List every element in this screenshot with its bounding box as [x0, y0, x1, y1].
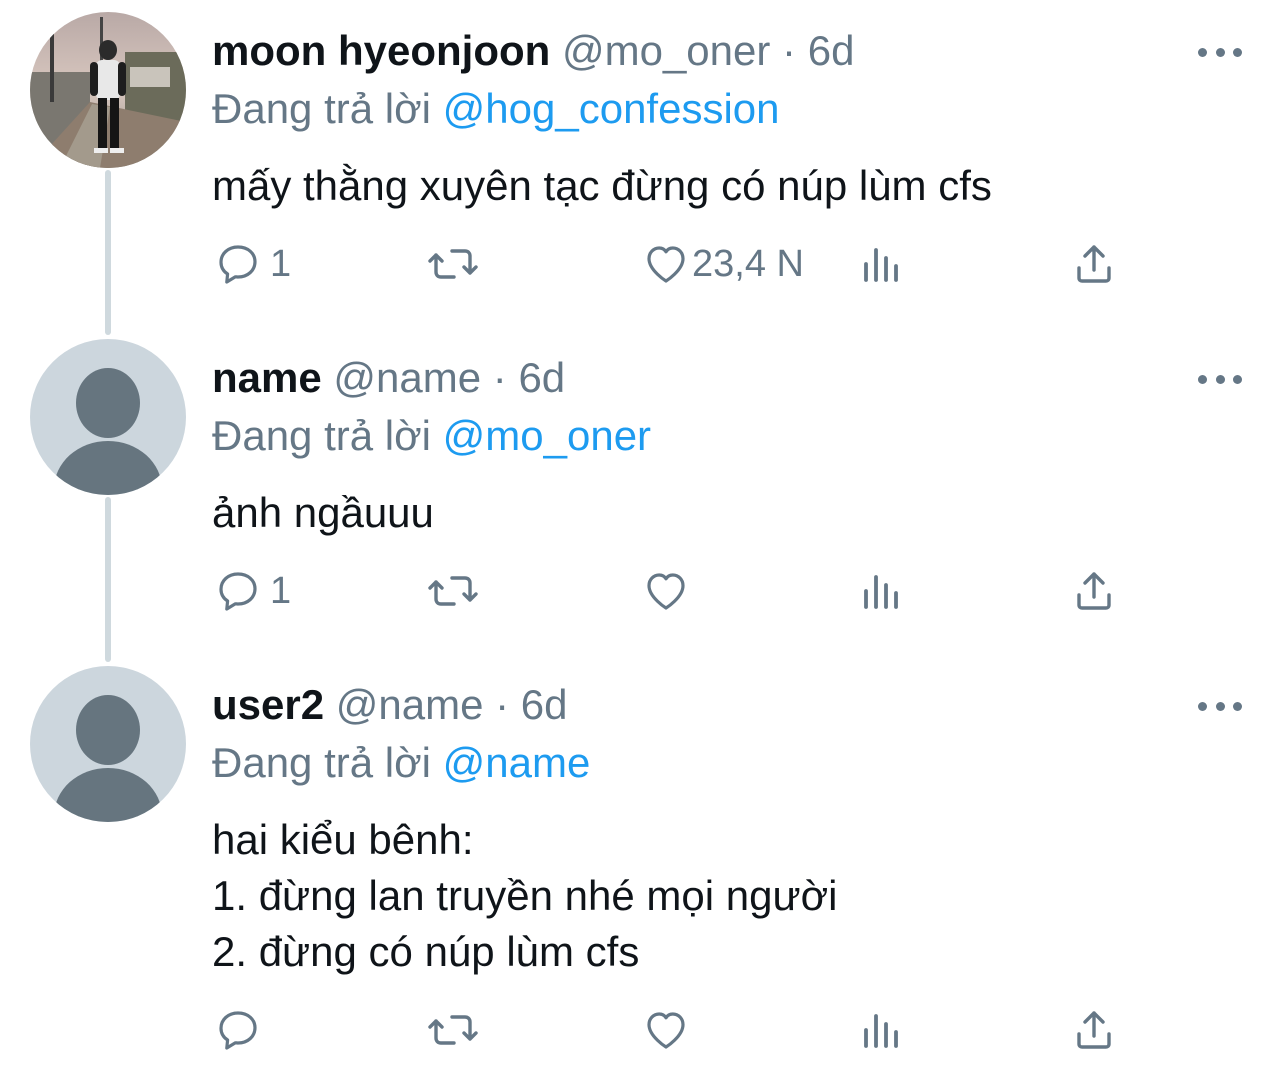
tweet-1[interactable]: moon hyeonjoon @mo_oner · 6d Đang trả lờ… [0, 12, 1284, 322]
replying-to: Đang trả lời @name [212, 738, 590, 788]
replying-to-label: Đang trả lời [212, 412, 431, 459]
avatar[interactable] [30, 339, 186, 495]
replying-to: Đang trả lời @hog_confession [212, 84, 780, 134]
handle[interactable]: @name [333, 354, 481, 401]
reply-button[interactable]: 1 [214, 234, 291, 294]
avatar[interactable] [30, 12, 186, 168]
analytics-icon [864, 575, 898, 609]
reply-icon [219, 1011, 257, 1050]
like-button[interactable] [642, 1000, 690, 1060]
timestamp[interactable]: 6d [521, 681, 568, 728]
share-icon [1077, 572, 1111, 610]
heart-icon [647, 246, 685, 283]
more-icon[interactable] [1198, 361, 1242, 397]
display-name[interactable]: moon hyeonjoon [212, 27, 550, 74]
reply-icon [219, 572, 257, 611]
separator: · [492, 354, 507, 401]
views-button[interactable] [858, 234, 906, 294]
heart-icon [647, 1012, 685, 1049]
more-icon[interactable] [1198, 688, 1242, 724]
handle[interactable]: @name [336, 681, 484, 728]
analytics-icon [864, 1014, 898, 1048]
handle[interactable]: @mo_oner [562, 27, 770, 74]
tweet-2[interactable]: name @name · 6d Đang trả lời @mo_oner ản… [0, 339, 1284, 649]
reply-icon [219, 245, 257, 284]
retweet-icon [428, 576, 478, 606]
reply-count: 1 [270, 242, 292, 285]
tweet-3[interactable]: user2 @name · 6d Đang trả lời @name hai … [0, 666, 1284, 1065]
share-button[interactable] [1070, 561, 1118, 621]
display-name[interactable]: user2 [212, 681, 324, 728]
share-icon [1077, 1011, 1111, 1049]
default-avatar-icon [30, 339, 186, 495]
replying-to: Đang trả lời @mo_oner [212, 411, 651, 461]
action-bar: 1 [0, 561, 1284, 621]
retweet-icon [428, 249, 478, 279]
reply-button[interactable] [214, 1000, 262, 1060]
mention-link[interactable]: @hog_confession [443, 85, 780, 132]
retweet-button[interactable] [426, 561, 480, 621]
action-bar [0, 1000, 1284, 1060]
mention-link[interactable]: @mo_oner [443, 412, 651, 459]
tweet-text: ảnh ngầuuu [212, 489, 434, 536]
share-button[interactable] [1070, 1000, 1118, 1060]
timestamp[interactable]: 6d [808, 27, 855, 74]
retweet-icon [428, 1015, 478, 1045]
views-button[interactable] [858, 561, 906, 621]
profile-photo [30, 12, 186, 168]
replying-to-label: Đang trả lời [212, 85, 431, 132]
like-button[interactable]: 23,4 N [642, 234, 804, 294]
retweet-button[interactable] [426, 1000, 480, 1060]
retweet-button[interactable] [426, 234, 480, 294]
default-avatar-icon [30, 666, 186, 822]
tweet-text: mấy thằng xuyên tạc đừng có núp lùm cfs [212, 162, 992, 209]
analytics-icon [864, 248, 898, 282]
share-icon [1077, 245, 1111, 283]
tweet-header: name @name · 6d [212, 353, 565, 403]
like-button[interactable] [642, 561, 690, 621]
heart-icon [647, 573, 685, 610]
avatar[interactable] [30, 666, 186, 822]
mention-link[interactable]: @name [443, 739, 591, 786]
separator: · [495, 681, 510, 728]
reply-count: 1 [270, 569, 292, 612]
reply-button[interactable]: 1 [214, 561, 291, 621]
like-count: 23,4 N [692, 242, 804, 285]
share-button[interactable] [1070, 234, 1118, 294]
more-icon[interactable] [1198, 34, 1242, 70]
replying-to-label: Đang trả lời [212, 739, 431, 786]
tweet-header: user2 @name · 6d [212, 680, 568, 730]
action-bar: 1 23,4 N [0, 234, 1284, 294]
display-name[interactable]: name [212, 354, 322, 401]
tweet-header: moon hyeonjoon @mo_oner · 6d [212, 26, 854, 76]
views-button[interactable] [858, 1000, 906, 1060]
separator: · [782, 27, 797, 74]
tweet-text: hai kiểu bênh: 1. đừng lan truyền nhé mọ… [212, 816, 838, 975]
timestamp[interactable]: 6d [518, 354, 565, 401]
